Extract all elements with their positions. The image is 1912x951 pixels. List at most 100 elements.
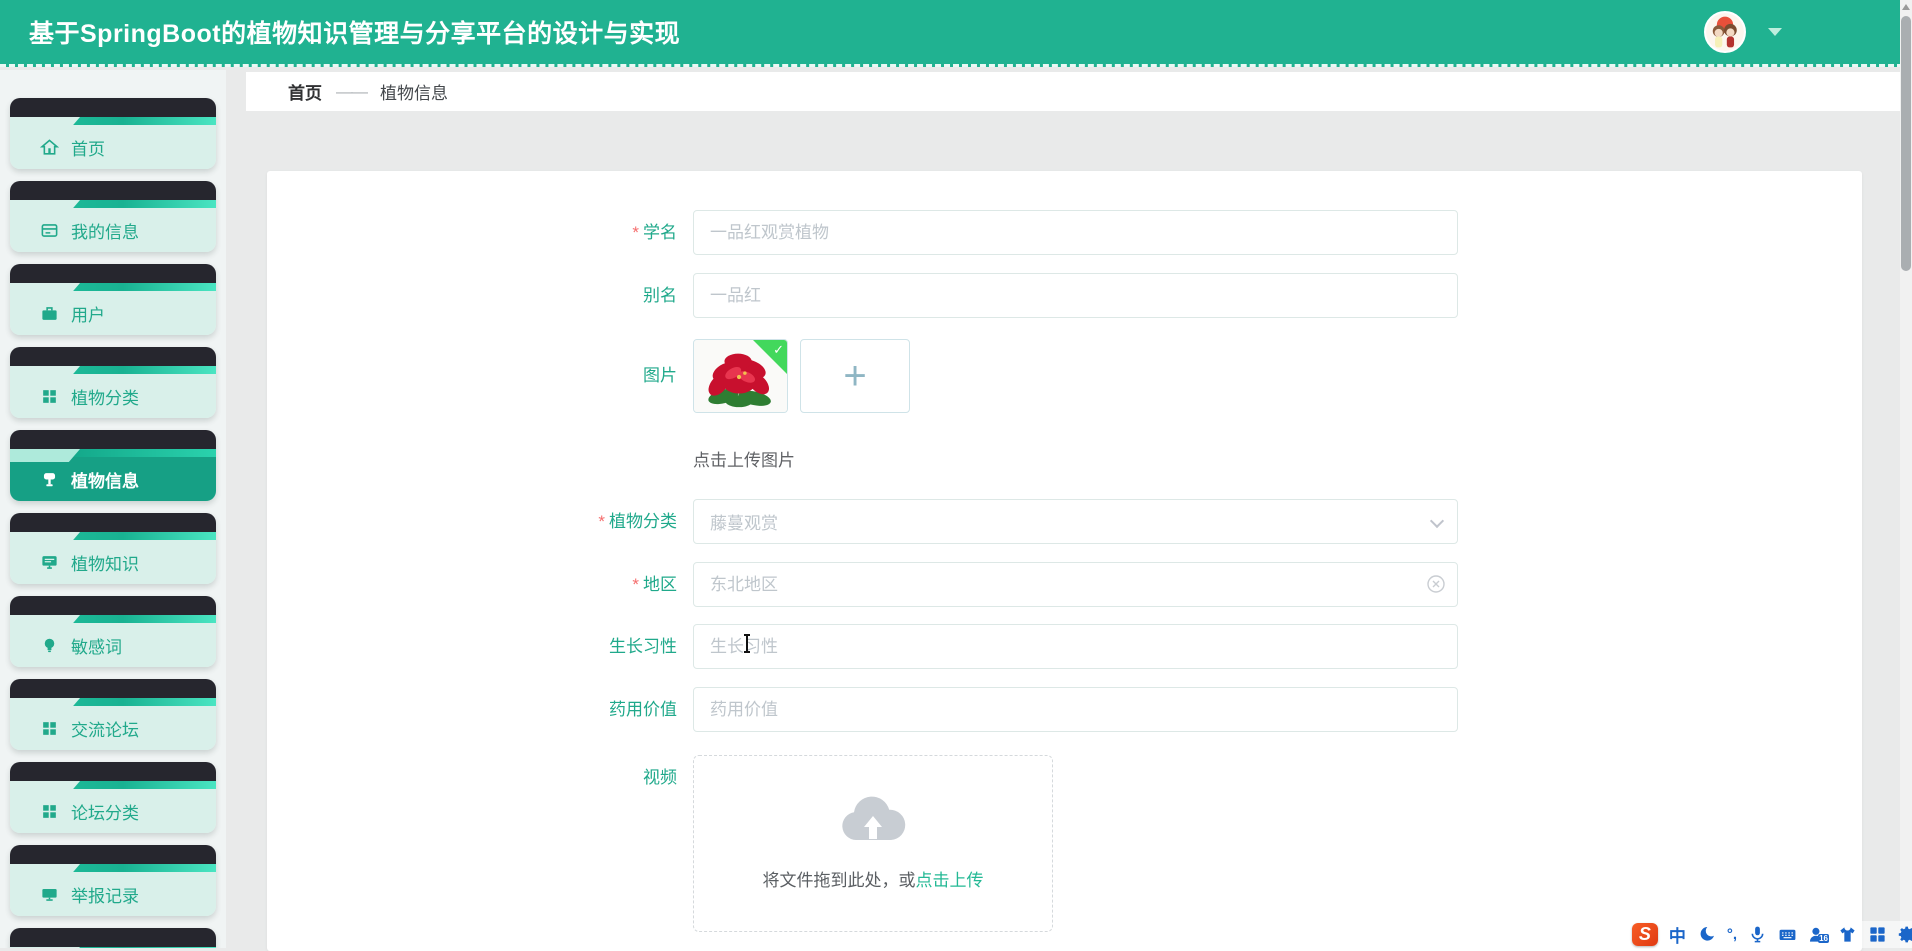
xueming-input[interactable] — [693, 210, 1458, 255]
sidebar-item-label: 植物分类 — [71, 384, 139, 409]
upload-cloud-icon — [838, 796, 908, 848]
sidebar-item-敏感词[interactable]: 敏感词 — [10, 596, 216, 667]
scrollbar-thumb[interactable] — [1901, 16, 1911, 271]
id-card-icon — [40, 221, 59, 240]
nav-card-band — [10, 762, 216, 781]
sidebar-item-论坛分类[interactable]: 论坛分类 — [10, 762, 216, 833]
app-header: 基于SpringBoot的植物知识管理与分享平台的设计与实现 — [0, 0, 1912, 67]
sidebar-item-label: 植物信息 — [71, 467, 139, 492]
field-label-fenlei: *植物分类 — [497, 499, 677, 544]
sidebar-item-植物知识[interactable]: 植物知识 — [10, 513, 216, 584]
nav-card-strip — [10, 864, 216, 872]
grid-icon — [40, 387, 59, 406]
sidebar-item-label: 论坛分类 — [71, 799, 139, 824]
add-image-button[interactable]: + — [800, 339, 910, 413]
nav-card-strip — [10, 781, 216, 789]
settings-gear-icon[interactable] — [1898, 925, 1912, 944]
page-title: 基于SpringBoot的植物知识管理与分享平台的设计与实现 — [0, 14, 680, 50]
monitor-icon — [40, 885, 59, 904]
nav-card-band — [10, 845, 216, 864]
sidebar: 首页我的信息用户植物分类植物信息植物知识敏感词交流论坛论坛分类举报记录 — [0, 70, 226, 948]
nav-card-band — [10, 679, 216, 698]
sidebar-item-首页[interactable]: 首页 — [10, 98, 216, 169]
breadcrumb-home[interactable]: 首页 — [288, 79, 322, 104]
sidebar-item-label: 植物知识 — [71, 550, 139, 575]
form-card: *学名 别名 图片 — [267, 171, 1862, 951]
breadcrumb-current: 植物信息 — [380, 79, 448, 104]
user-count-badge: 16 — [1818, 934, 1829, 943]
mic-icon[interactable] — [1748, 925, 1767, 944]
sidebar-item-植物信息[interactable]: 植物信息 — [10, 430, 216, 501]
sidebar-item-label: 首页 — [71, 135, 105, 160]
video-dropzone[interactable]: 将文件拖到此处，或点击上传 — [693, 755, 1053, 932]
nav-card-strip — [10, 698, 216, 706]
main-content: 首页 —— 植物信息 *学名 别名 图片 — [226, 70, 1912, 948]
grid-icon — [40, 802, 59, 821]
required-mark: * — [632, 575, 639, 594]
diqu-input[interactable] — [693, 562, 1458, 607]
moon-icon[interactable] — [1697, 925, 1716, 944]
sidebar-item-partial[interactable] — [10, 928, 216, 948]
sidebar-item-label: 交流论坛 — [71, 716, 139, 741]
upload-link[interactable]: 点击上传 — [916, 871, 984, 890]
nav-card-strip — [10, 283, 216, 291]
nav-card-strip — [10, 615, 216, 623]
nav-card-band — [10, 430, 216, 449]
scroll-up-arrow[interactable] — [1902, 4, 1910, 10]
sidebar-item-举报记录[interactable]: 举报记录 — [10, 845, 216, 916]
check-icon: ✓ — [773, 342, 784, 358]
nav-card-band — [10, 928, 216, 947]
chinese-mode[interactable]: 中 — [1669, 922, 1686, 947]
field-label-yaoyong: 药用价值 — [497, 687, 677, 732]
field-label-xueming: *学名 — [497, 210, 677, 255]
nav-card-strip — [10, 532, 216, 540]
nav-card-strip — [10, 117, 216, 125]
field-label-diqu: *地区 — [497, 562, 677, 607]
nav-card-band — [10, 347, 216, 366]
avatar[interactable] — [1704, 11, 1746, 53]
keyboard-icon[interactable] — [1778, 925, 1797, 944]
nav-card-band — [10, 596, 216, 615]
field-label-shipin: 视频 — [497, 755, 677, 800]
sogou-logo[interactable]: S — [1632, 923, 1658, 946]
yaoyong-input[interactable] — [693, 687, 1458, 732]
sidebar-item-用户[interactable]: 用户 — [10, 264, 216, 335]
punctuation-icon[interactable]: °, — [1727, 926, 1737, 943]
chevron-down-icon[interactable] — [1768, 28, 1782, 36]
fenlei-select[interactable]: 藤蔓观赏 — [693, 499, 1458, 544]
vertical-scrollbar[interactable] — [1900, 0, 1912, 948]
nav-card-band — [10, 264, 216, 283]
skin-icon[interactable] — [1838, 925, 1857, 944]
field-label-shengzhang: 生长习性 — [497, 624, 677, 669]
sidebar-item-交流论坛[interactable]: 交流论坛 — [10, 679, 216, 750]
plant-icon — [40, 470, 59, 489]
nav-card-band — [10, 513, 216, 532]
monitor-chat-icon — [40, 553, 59, 572]
grid-icon — [40, 719, 59, 738]
plus-icon: + — [843, 354, 866, 399]
field-label-tupian: 图片 — [497, 339, 677, 413]
uploaded-image-thumbnail[interactable]: ✓ — [693, 339, 788, 413]
nav-card-strip — [10, 366, 216, 374]
dropzone-text: 将文件拖到此处，或点击上传 — [763, 866, 984, 891]
required-mark: * — [598, 512, 605, 531]
upload-image-tip: 点击上传图片 — [693, 451, 795, 470]
shengzhang-input[interactable] — [693, 624, 1458, 669]
briefcase-icon — [40, 304, 59, 323]
sidebar-item-label: 我的信息 — [71, 218, 139, 243]
sidebar-item-label: 举报记录 — [71, 882, 139, 907]
sidebar-item-label: 敏感词 — [71, 633, 122, 658]
sidebar-item-植物分类[interactable]: 植物分类 — [10, 347, 216, 418]
user-count-icon[interactable]: 16 — [1808, 925, 1827, 944]
sidebar-item-我的信息[interactable]: 我的信息 — [10, 181, 216, 252]
bieming-input[interactable] — [693, 273, 1458, 318]
clear-input-icon[interactable] — [1426, 574, 1446, 594]
breadcrumb-separator: —— — [336, 82, 366, 102]
ime-toolbar: S中 °, 16 — [1624, 921, 1912, 948]
breadcrumb: 首页 —— 植物信息 — [246, 72, 1902, 111]
sidebar-item-label: 用户 — [71, 301, 105, 326]
field-label-bieming: 别名 — [497, 273, 677, 318]
more-grid-icon[interactable] — [1868, 925, 1887, 944]
nav-card-strip — [10, 449, 216, 457]
bulb-icon — [40, 636, 59, 655]
